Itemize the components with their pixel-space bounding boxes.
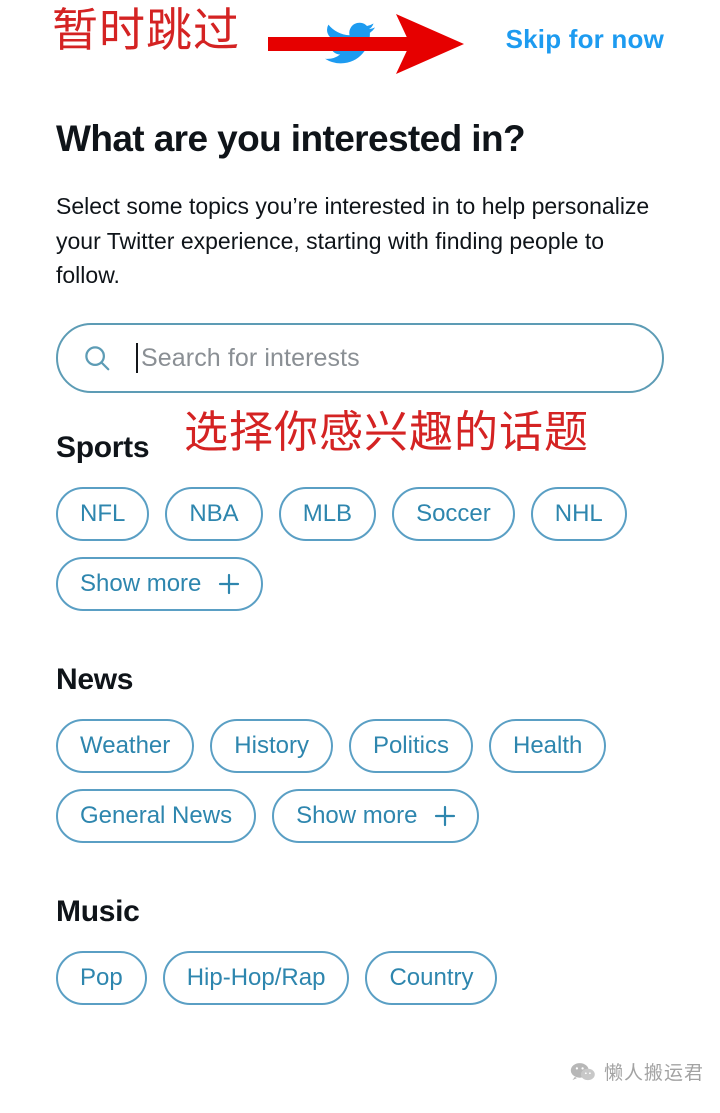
search-input[interactable]: Search for interests: [56, 323, 664, 393]
chip-mlb[interactable]: MLB: [279, 487, 376, 541]
text-caret: [136, 343, 138, 373]
chip-politics[interactable]: Politics: [349, 719, 473, 773]
page-description: Select some topics you’re interested in …: [56, 189, 664, 294]
search-icon: [82, 343, 112, 373]
chip-soccer[interactable]: Soccer: [392, 487, 515, 541]
show-more-news-button[interactable]: Show more: [272, 789, 479, 843]
chip-history[interactable]: History: [210, 719, 333, 773]
chip-group-news: Weather History Politics Health General …: [56, 719, 664, 843]
watermark: 懒人搬运君: [570, 1058, 704, 1085]
show-more-sports-label: Show more: [80, 570, 201, 598]
chip-weather[interactable]: Weather: [56, 719, 194, 773]
chip-general-news[interactable]: General News: [56, 789, 256, 843]
chip-country[interactable]: Country: [365, 951, 497, 1005]
chip-group-sports: NFL NBA MLB Soccer NHL Show more: [56, 487, 664, 611]
chip-pop[interactable]: Pop: [56, 951, 147, 1005]
wechat-icon: [570, 1061, 596, 1083]
page-title: What are you interested in?: [56, 118, 664, 161]
search-placeholder-text: Search for interests: [141, 344, 360, 373]
twitter-bird-icon: [322, 18, 378, 68]
section-title-news: News: [56, 663, 664, 697]
section-title-music: Music: [56, 895, 664, 929]
main-content: What are you interested in? Select some …: [0, 118, 720, 1005]
section-sports: Sports 选择你感兴趣的话题 NFL NBA MLB Soccer NHL …: [56, 431, 664, 611]
top-bar: 暂时跳过 Skip for now: [0, 0, 720, 92]
section-music: Music Pop Hip-Hop/Rap Country: [56, 895, 664, 1005]
chip-group-music: Pop Hip-Hop/Rap Country: [56, 951, 664, 1005]
skip-for-now-link[interactable]: Skip for now: [506, 24, 664, 55]
annotation-topics-text: 选择你感兴趣的话题: [184, 411, 589, 455]
watermark-text: 懒人搬运君: [604, 1058, 704, 1085]
chip-nfl[interactable]: NFL: [56, 487, 149, 541]
annotation-skip-text: 暂时跳过: [52, 8, 240, 54]
plus-icon: [217, 572, 241, 596]
show-more-news-label: Show more: [296, 802, 417, 830]
chip-nba[interactable]: NBA: [165, 487, 262, 541]
chip-hip-hop-rap[interactable]: Hip-Hop/Rap: [163, 951, 350, 1005]
section-news: News Weather History Politics Health Gen…: [56, 663, 664, 843]
chip-nhl[interactable]: NHL: [531, 487, 627, 541]
plus-icon: [433, 804, 457, 828]
show-more-sports-button[interactable]: Show more: [56, 557, 263, 611]
chip-health[interactable]: Health: [489, 719, 606, 773]
